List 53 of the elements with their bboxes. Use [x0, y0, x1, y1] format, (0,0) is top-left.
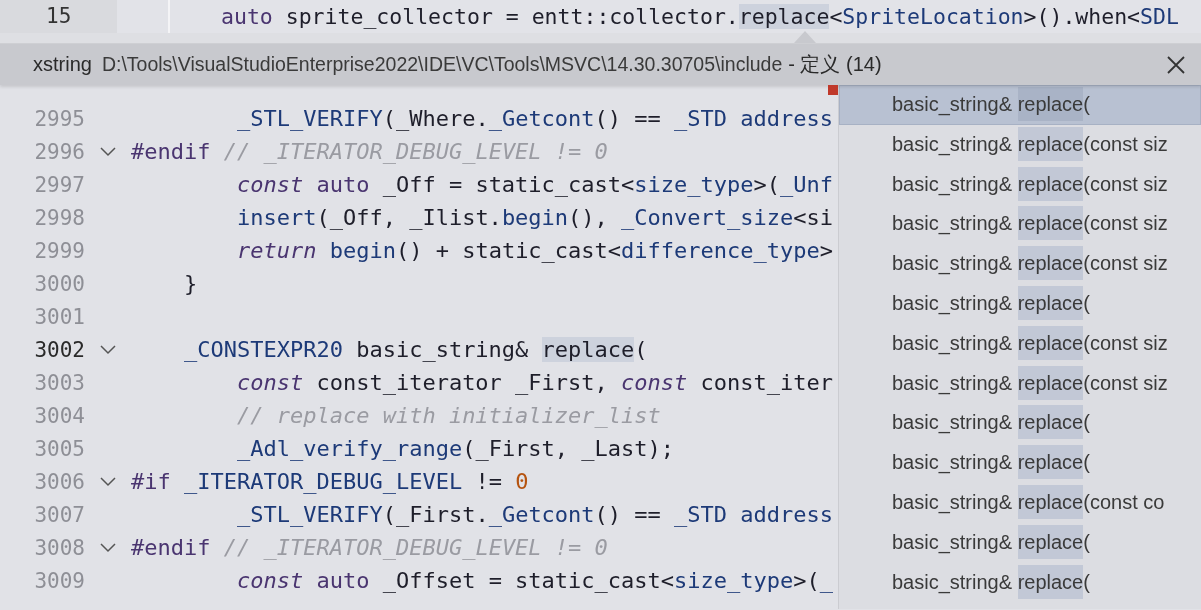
result-item[interactable]: basic_string& replace(const siz: [839, 204, 1201, 245]
line-number: 3007: [33, 502, 85, 527]
result-item[interactable]: basic_string& replace(const co: [839, 482, 1201, 523]
code-line: return begin() + static_cast<difference_type>: [235, 238, 834, 263]
line-number: 2999: [33, 238, 85, 263]
line-number: 2998: [33, 205, 85, 230]
peek-title: - 定义 (14): [788, 52, 882, 77]
line-number: 3003: [33, 370, 85, 395]
chevron-down-icon[interactable]: [100, 146, 116, 157]
result-item[interactable]: basic_string& replace(const siz: [839, 124, 1201, 165]
code-line: insert(_Off, _Ilist.begin(), _Convert_size<si: [235, 205, 834, 230]
code-line: // replace with initializer_list: [235, 403, 661, 428]
error-marker: [828, 85, 838, 95]
result-item[interactable]: basic_string& replace(: [839, 522, 1201, 563]
code-line: const const_iterator _First, const const_iter: [235, 370, 833, 395]
file-name: xstring: [33, 53, 92, 76]
result-item[interactable]: basic_string& replace(: [839, 562, 1201, 603]
code-line: }: [182, 271, 198, 296]
line-number: 15: [0, 0, 117, 33]
code-line: #if _ITERATOR_DEBUG_LEVEL != 0: [131, 469, 529, 494]
result-item[interactable]: basic_string& replace(: [839, 284, 1201, 324]
result-item[interactable]: basic_string& replace(: [839, 403, 1201, 444]
line-number: 3002: [33, 337, 85, 362]
result-item[interactable]: basic_string& replace(: [839, 85, 1201, 125]
line-number: 3008: [33, 535, 85, 560]
result-item[interactable]: basic_string& replace(const siz: [839, 323, 1201, 364]
file-path: D:\Tools\VisualStudioEnterprise2022\IDE\VC\Tools\MSVC\14.30.30705\include: [101, 53, 783, 76]
code-line: #endif // _ITERATOR_DEBUG_LEVEL != 0: [131, 139, 608, 164]
result-item[interactable]: basic_string& replace(const siz: [839, 244, 1201, 284]
code-line: _Adl_verify_range(_First, _Last);: [235, 436, 675, 461]
line-number: 3009: [33, 568, 85, 593]
line-number: 2997: [33, 172, 85, 197]
line-number: 3004: [33, 403, 85, 428]
code-line: #endif // _ITERATOR_DEBUG_LEVEL != 0: [131, 535, 608, 560]
code-line: auto sprite_collector = entt::collector.replace<SpriteLocation>().when<SDL: [220, 4, 1179, 29]
result-item[interactable]: basic_string& replace(const siz: [839, 164, 1201, 205]
chevron-down-icon[interactable]: [100, 542, 116, 553]
code-line: _STL_VERIFY(_Where._Getcont() == _STD address: [235, 106, 834, 131]
code-line: _STL_VERIFY(_First._Getcont() == _STD address: [235, 502, 834, 527]
code-line: const auto _Off = static_cast<size_type>(_Unf: [235, 172, 834, 197]
chevron-down-icon[interactable]: [100, 344, 116, 355]
line-number: 3006: [33, 469, 85, 494]
line-number: 3000: [33, 271, 85, 296]
code-line: _CONSTEXPR20 basic_string& replace(: [182, 337, 648, 362]
line-number: 2995: [33, 106, 85, 131]
chevron-down-icon[interactable]: [100, 476, 116, 487]
result-item[interactable]: basic_string& replace(: [839, 443, 1201, 483]
line-number: 3001: [33, 304, 85, 329]
close-icon[interactable]: [1167, 55, 1185, 74]
line-number: 2996: [33, 139, 85, 164]
code-line: const auto _Offset = static_cast<size_type>(_: [235, 568, 834, 593]
line-number: 3005: [33, 436, 85, 461]
result-item[interactable]: basic_string& replace(const siz: [839, 363, 1201, 404]
